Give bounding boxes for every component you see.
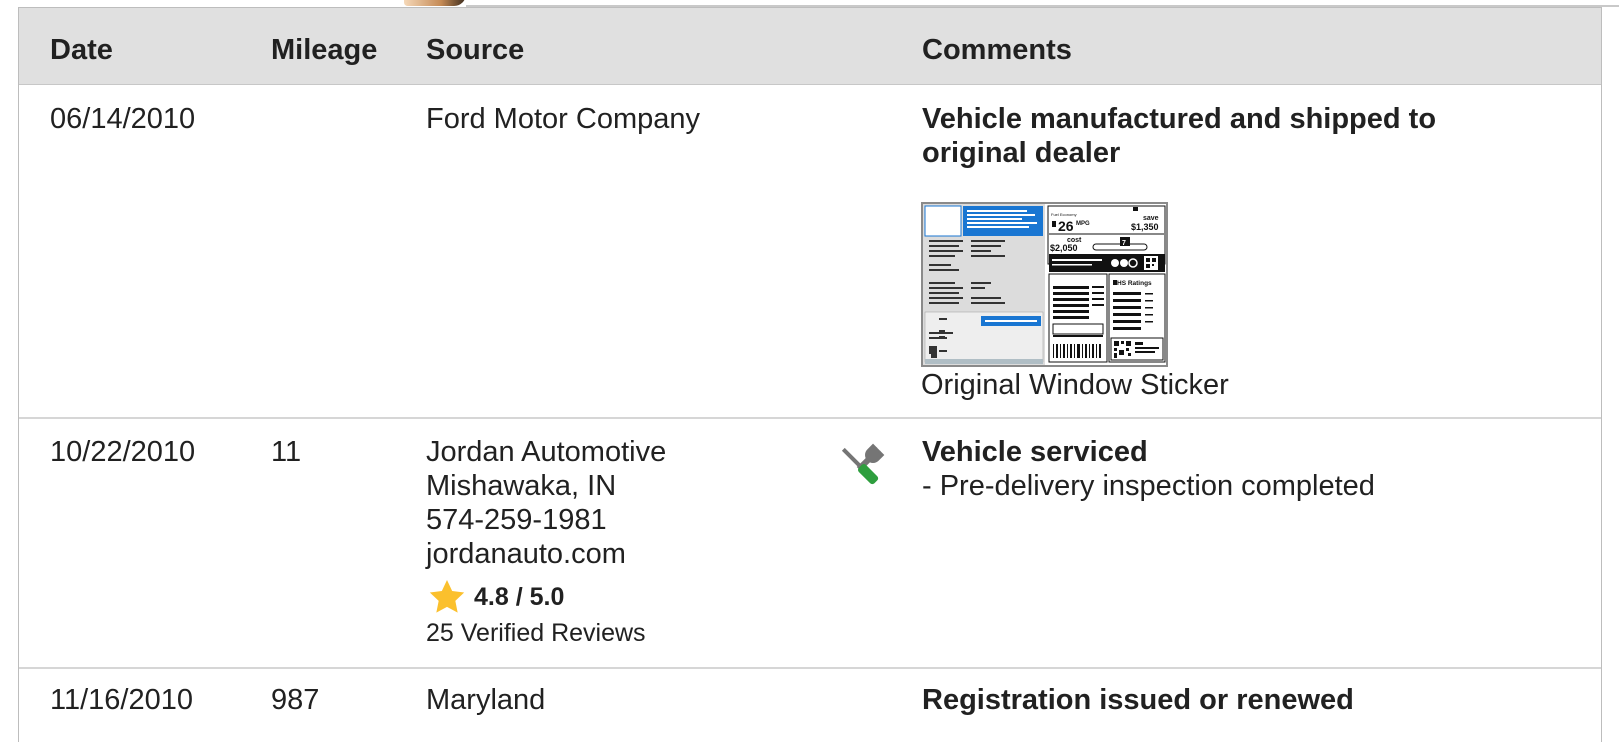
dealer-rating[interactable]: 4.8 / 5.0 — [426, 577, 564, 617]
row-date: 06/14/2010 — [50, 103, 196, 135]
comment-title: Registration issued or renewed — [922, 684, 1354, 716]
row-date: 10/22/2010 — [50, 436, 196, 468]
sticker-gauge-value: 7 — [1122, 240, 1126, 247]
table-row: 06/14/2010 Ford Motor Company Vehicle ma… — [19, 86, 1601, 419]
comment-title-line-1: Vehicle manufactured and shipped to — [922, 103, 1437, 135]
header-mileage: Mileage — [271, 34, 378, 66]
header-comments: Comments — [922, 34, 1072, 66]
table-row: 10/22/2010 11 Jordan Automotive Mishawak… — [19, 419, 1601, 669]
verified-reviews-link[interactable]: 25 Verified Reviews — [426, 619, 646, 648]
vehicle-image-fragment — [404, 0, 466, 6]
header-date: Date — [50, 34, 113, 66]
sticker-cost-amount: $2,050 — [1050, 243, 1078, 253]
source-name[interactable]: Jordan Automotive — [426, 435, 666, 469]
row-source: Ford Motor Company — [426, 103, 700, 135]
sticker-ratings-label: HS Ratings — [1117, 280, 1152, 287]
comment-detail: - Pre-delivery inspection completed — [922, 470, 1375, 502]
table-header: Date Mileage Source Comments — [19, 8, 1601, 85]
row-mileage: 987 — [271, 684, 320, 716]
sticker-mpg: 26 — [1058, 218, 1074, 234]
comment-title-line-2: original dealer — [922, 137, 1121, 169]
star-icon — [429, 580, 465, 613]
sticker-save-label: save — [1143, 215, 1159, 222]
source-phone[interactable]: 574-259-1981 — [426, 503, 666, 537]
source-website[interactable]: jordanauto.com — [426, 537, 666, 571]
row-date: 11/16/2010 — [50, 684, 193, 716]
row-mileage: 11 — [271, 436, 302, 468]
window-sticker-graphic: Fuel Economy 26 MPG save $1,350 cost $2,… — [923, 204, 1166, 365]
sticker-mpg-unit: MPG — [1076, 221, 1090, 227]
rating-score: 4.8 / 5.0 — [474, 582, 565, 611]
row-source: Maryland — [426, 684, 546, 716]
window-sticker-thumbnail[interactable]: Fuel Economy 26 MPG save $1,350 cost $2,… — [921, 202, 1168, 367]
comment-title: Vehicle serviced — [922, 436, 1148, 468]
wrench-screwdriver-icon — [841, 443, 885, 485]
table-row: 11/16/2010 987 Maryland Registration iss… — [19, 669, 1601, 742]
window-sticker-caption[interactable]: Original Window Sticker — [921, 369, 1229, 402]
source-location: Mishawaka, IN — [426, 470, 617, 502]
row-source: Jordan Automotive Mishawaka, IN 574-259-… — [426, 435, 666, 571]
header-source: Source — [426, 34, 525, 66]
row-comment-title: Vehicle manufactured and shipped to orig… — [922, 102, 1522, 170]
svg-text:Fuel Economy: Fuel Economy — [1051, 212, 1077, 217]
sticker-save-amount: $1,350 — [1131, 222, 1159, 232]
row-comment: Vehicle serviced - Pre-delivery inspecti… — [922, 435, 1562, 503]
